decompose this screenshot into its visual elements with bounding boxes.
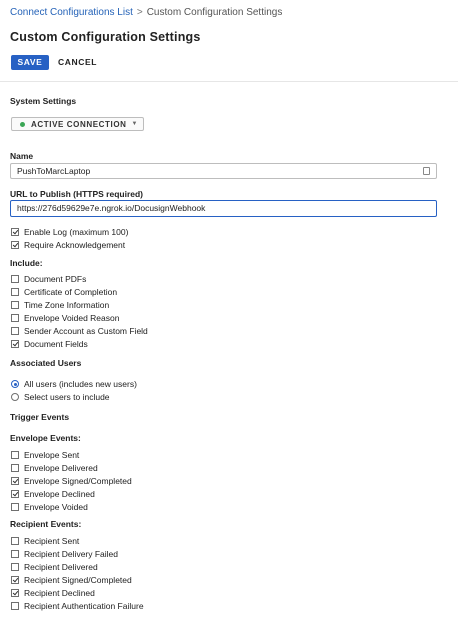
checkbox-icon (11, 288, 19, 296)
status-dot-icon (20, 121, 25, 127)
include-item[interactable]: Document PDFs (11, 273, 86, 285)
recipient-event-item[interactable]: Recipient Sent (11, 535, 79, 547)
require-acknowledgement-label: Require Acknowledgement (24, 240, 126, 250)
url-label: URL to Publish (HTTPS required) (10, 189, 144, 199)
include-item[interactable]: Time Zone Information (11, 299, 109, 311)
checkbox-icon (11, 340, 19, 348)
include-item-label: Document PDFs (24, 274, 87, 284)
checkbox-icon (11, 589, 19, 597)
recipient-event-item[interactable]: Recipient Delivery Failed (11, 548, 118, 560)
include-item-label: Time Zone Information (24, 300, 110, 310)
include-item-label: Sender Account as Custom Field (24, 326, 148, 336)
checkbox-icon (11, 327, 19, 335)
page-title: Custom Configuration Settings (10, 30, 201, 44)
envelope-event-label: Envelope Signed/Completed (24, 476, 132, 486)
checkbox-icon (11, 477, 19, 485)
connection-status-dropdown[interactable]: ACTIVE CONNECTION ▼ (11, 117, 144, 131)
envelope-event-item[interactable]: Envelope Delivered (11, 462, 98, 474)
include-item[interactable]: Certificate of Completion (11, 286, 117, 298)
checkbox-icon (11, 550, 19, 558)
envelope-event-item[interactable]: Envelope Signed/Completed (11, 475, 132, 487)
breadcrumb: Connect Configurations List > Custom Confi… (10, 7, 282, 18)
recipient-event-item[interactable]: Recipient Delivered (11, 561, 98, 573)
checkbox-icon (11, 451, 19, 459)
checkbox-icon (11, 228, 19, 236)
header-divider (0, 81, 458, 82)
radio-icon (11, 380, 19, 388)
breadcrumb-link-connect-configurations[interactable]: Connect Configurations List (10, 7, 133, 18)
recipient-event-label: Recipient Declined (24, 588, 95, 598)
contact-card-icon (423, 167, 430, 175)
save-button[interactable]: SAVE (11, 55, 49, 70)
system-settings-heading: System Settings (10, 96, 77, 106)
envelope-event-label: Envelope Voided (24, 502, 88, 512)
recipient-event-item[interactable]: Recipient Declined (11, 587, 95, 599)
include-item-label: Envelope Voided Reason (24, 313, 120, 323)
radio-label: Select users to include (24, 392, 110, 402)
envelope-events-heading: Envelope Events: (10, 433, 81, 443)
checkbox-icon (11, 301, 19, 309)
associated-users-radio-all[interactable]: All users (includes new users) (11, 378, 137, 390)
name-field[interactable]: PushToMarcLaptop (10, 163, 437, 179)
radio-icon (11, 393, 19, 401)
connection-status-label: ACTIVE CONNECTION (31, 119, 127, 129)
checkbox-icon (11, 241, 19, 249)
checkbox-icon (11, 503, 19, 511)
url-field[interactable]: https://276d59629e7e.ngrok.io/DocusignWe… (10, 200, 437, 217)
breadcrumb-separator-icon: > (136, 7, 143, 18)
url-value: https://276d59629e7e.ngrok.io/DocusignWe… (17, 203, 206, 213)
recipient-event-item[interactable]: Recipient Authentication Failure (11, 600, 144, 612)
include-item-label: Document Fields (24, 339, 88, 349)
envelope-event-label: Envelope Delivered (24, 463, 98, 473)
checkbox-icon (11, 537, 19, 545)
include-heading: Include: (10, 258, 43, 268)
envelope-event-item[interactable]: Envelope Sent (11, 449, 79, 461)
recipient-event-label: Recipient Authentication Failure (24, 601, 144, 611)
trigger-events-heading: Trigger Events (10, 412, 70, 422)
recipient-event-label: Recipient Delivered (24, 562, 98, 572)
enable-log-checkbox[interactable]: Enable Log (maximum 100) (11, 226, 128, 238)
cancel-button[interactable]: CANCEL (58, 55, 97, 70)
associated-users-radio-select[interactable]: Select users to include (11, 391, 110, 403)
enable-log-label: Enable Log (maximum 100) (24, 227, 129, 237)
envelope-event-item[interactable]: Envelope Voided (11, 501, 88, 513)
recipient-event-label: Recipient Signed/Completed (24, 575, 132, 585)
include-item[interactable]: Sender Account as Custom Field (11, 325, 148, 337)
checkbox-icon (11, 576, 19, 584)
recipient-events-heading: Recipient Events: (10, 519, 82, 529)
recipient-event-label: Recipient Sent (24, 536, 80, 546)
require-acknowledgement-checkbox[interactable]: Require Acknowledgement (11, 239, 125, 251)
name-value: PushToMarcLaptop (17, 166, 91, 176)
envelope-event-label: Envelope Sent (24, 450, 80, 460)
checkbox-icon (11, 602, 19, 610)
checkbox-icon (11, 490, 19, 498)
checkbox-icon (11, 563, 19, 571)
envelope-event-label: Envelope Declined (24, 489, 95, 499)
chevron-down-icon: ▼ (131, 121, 138, 127)
checkbox-icon (11, 464, 19, 472)
checkbox-icon (11, 275, 19, 283)
associated-users-heading: Associated Users (10, 358, 82, 368)
checkbox-icon (11, 314, 19, 322)
include-item-label: Certificate of Completion (24, 287, 118, 297)
recipient-event-label: Recipient Delivery Failed (24, 549, 119, 559)
breadcrumb-current: Custom Configuration Settings (146, 7, 283, 18)
include-item[interactable]: Document Fields (11, 338, 88, 350)
recipient-event-item[interactable]: Recipient Signed/Completed (11, 574, 132, 586)
envelope-event-item[interactable]: Envelope Declined (11, 488, 95, 500)
name-label: Name (10, 151, 34, 161)
radio-label: All users (includes new users) (24, 379, 137, 389)
include-item[interactable]: Envelope Voided Reason (11, 312, 119, 324)
